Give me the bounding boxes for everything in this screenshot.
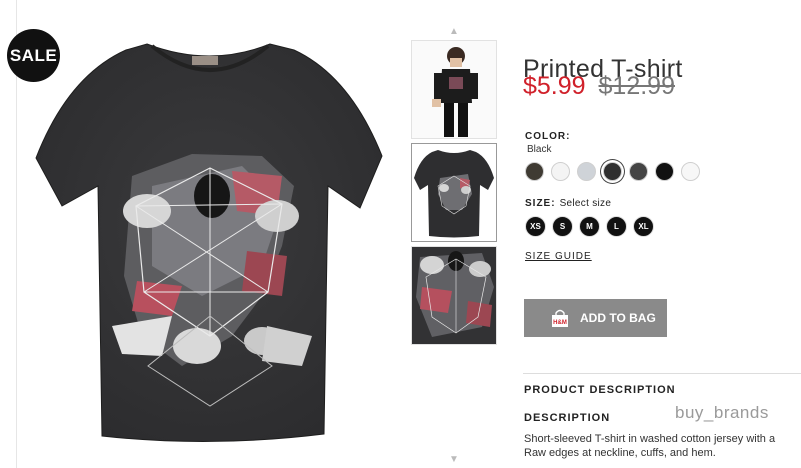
add-to-bag-label: ADD TO BAG (580, 311, 656, 325)
section-divider (523, 373, 801, 374)
color-swatch-grey-pattern[interactable] (577, 162, 596, 181)
color-swatch-black[interactable] (655, 162, 674, 181)
size-option-l[interactable]: L (606, 216, 627, 237)
original-price: $12.99 (598, 72, 675, 100)
thumbnail-model[interactable] (411, 40, 497, 139)
color-swatch-dark-grey[interactable] (629, 162, 648, 181)
sale-price: $5.99 (523, 72, 586, 100)
size-option-xl[interactable]: XL (633, 216, 654, 237)
chevron-down-icon[interactable]: ▼ (447, 455, 461, 465)
product-description-heading: PRODUCT DESCRIPTION (524, 384, 676, 396)
price-block: $5.99 $12.99 (523, 72, 675, 101)
size-option-s[interactable]: S (552, 216, 573, 237)
size-options: XS S M L XL (525, 216, 654, 237)
chevron-up-icon[interactable]: ▲ (447, 27, 461, 37)
watermark-text: buy_brands (675, 403, 769, 422)
size-option-m[interactable]: M (579, 216, 600, 237)
description-line-1: Short-sleeved T-shirt in washed cotton j… (524, 433, 776, 445)
size-option-xs[interactable]: XS (525, 216, 546, 237)
color-swatch-white[interactable] (551, 162, 570, 181)
shopping-bag-icon: H&M (552, 309, 568, 327)
description-line-2: Raw edges at neckline, cuffs, and hem. (524, 447, 716, 459)
color-value: Black (527, 144, 552, 155)
color-swatches (525, 162, 700, 181)
color-swatch-dark-olive[interactable] (525, 162, 544, 181)
size-guide-link[interactable]: SIZE GUIDE (525, 251, 592, 262)
color-swatch-off-white[interactable] (681, 162, 700, 181)
description-text: Short-sleeved T-shirt in washed cotton j… (524, 432, 801, 460)
size-label: SIZE: (525, 198, 556, 209)
color-swatch-black-selected[interactable] (603, 162, 622, 181)
color-label: COLOR: (525, 131, 571, 142)
bag-icon-text: H&M (553, 320, 567, 326)
main-product-image[interactable] (32, 36, 386, 446)
description-subheading: DESCRIPTION (524, 412, 611, 424)
size-label-row: SIZE: Select size (525, 198, 611, 209)
thumbnail-shirt[interactable] (411, 143, 497, 242)
size-selected-value: Select size (559, 198, 612, 209)
sale-badge: SALE (7, 29, 60, 82)
thumbnail-print-detail[interactable] (411, 246, 497, 345)
add-to-bag-button[interactable]: H&M ADD TO BAG (524, 299, 667, 337)
